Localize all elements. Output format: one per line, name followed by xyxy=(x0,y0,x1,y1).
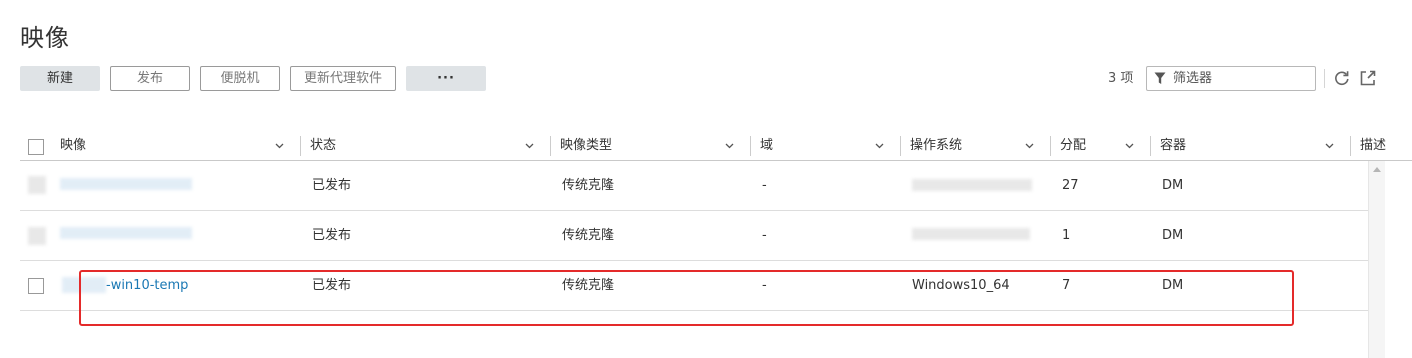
column-header-image[interactable]: 映像 xyxy=(60,131,86,161)
redacted-name-prefix xyxy=(62,277,106,293)
image-name-link[interactable]: -win10-temp xyxy=(106,261,188,311)
image-name-link[interactable] xyxy=(60,178,192,190)
chevron-down-icon[interactable] xyxy=(1325,143,1334,149)
status-cell: 已发布 xyxy=(312,278,352,293)
table-row[interactable]: 已发布 传统克隆 - 1 DM xyxy=(20,211,1368,261)
chevron-down-icon[interactable] xyxy=(525,143,534,149)
more-actions-button[interactable]: ··· xyxy=(406,66,486,91)
domain-cell: - xyxy=(762,278,767,293)
filter-input[interactable]: 筛选器 xyxy=(1146,66,1316,91)
new-button[interactable]: 新建 xyxy=(20,66,100,91)
column-divider[interactable] xyxy=(1350,136,1351,156)
assigned-cell: 7 xyxy=(1062,278,1071,293)
status-cell: 已发布 xyxy=(312,228,352,243)
table-header: 映像 状态 映像类型 域 操作系统 分配 容器 描述 xyxy=(20,131,1412,161)
update-agent-button[interactable]: 更新代理软件 xyxy=(290,66,396,91)
assigned-cell: 27 xyxy=(1062,178,1079,193)
chevron-down-icon[interactable] xyxy=(1025,143,1034,149)
column-header-container[interactable]: 容器 xyxy=(1160,131,1186,161)
column-divider[interactable] xyxy=(550,136,551,156)
domain-cell: - xyxy=(762,228,767,243)
image-name-link[interactable] xyxy=(60,227,192,239)
image-type-cell: 传统克隆 xyxy=(562,228,615,243)
table-row[interactable]: 已发布 传统克隆 - 27 DM xyxy=(20,161,1368,211)
container-cell: DM xyxy=(1162,178,1184,193)
row-checkbox[interactable] xyxy=(28,278,44,294)
offline-button[interactable]: 便脱机 xyxy=(200,66,280,91)
os-cell xyxy=(912,179,1032,191)
chevron-down-icon[interactable] xyxy=(275,143,284,149)
column-header-assigned[interactable]: 分配 xyxy=(1060,131,1086,161)
toolbar-divider xyxy=(1324,69,1325,88)
scroll-up-arrow-icon[interactable] xyxy=(1373,167,1381,172)
refresh-icon[interactable] xyxy=(1333,69,1351,87)
image-type-cell: 传统克隆 xyxy=(562,278,615,293)
container-cell: DM xyxy=(1162,228,1184,243)
page-title: 映像 xyxy=(20,24,70,52)
select-all-checkbox[interactable] xyxy=(28,139,44,155)
publish-button[interactable]: 发布 xyxy=(110,66,190,91)
column-divider[interactable] xyxy=(750,136,751,156)
column-divider[interactable] xyxy=(300,136,301,156)
item-count: 3 项 xyxy=(1108,71,1134,86)
vertical-scrollbar[interactable] xyxy=(1368,161,1385,358)
assigned-cell: 1 xyxy=(1062,228,1071,243)
column-header-image-type[interactable]: 映像类型 xyxy=(560,131,612,161)
table-row[interactable]: -win10-temp 已发布 传统克隆 - Windows10_64 7 DM xyxy=(20,261,1368,311)
row-checkbox[interactable] xyxy=(28,176,46,194)
image-type-cell: 传统克隆 xyxy=(562,178,615,193)
os-cell: Windows10_64 xyxy=(912,278,1010,293)
column-header-domain[interactable]: 域 xyxy=(760,131,773,161)
column-divider[interactable] xyxy=(1050,136,1051,156)
container-cell: DM xyxy=(1162,278,1184,293)
chevron-down-icon[interactable] xyxy=(1125,143,1134,149)
status-cell: 已发布 xyxy=(312,178,352,193)
column-header-os[interactable]: 操作系统 xyxy=(910,131,962,161)
column-divider[interactable] xyxy=(1150,136,1151,156)
os-cell xyxy=(912,228,1030,240)
filter-icon xyxy=(1154,72,1166,84)
row-checkbox[interactable] xyxy=(28,227,46,245)
export-icon[interactable] xyxy=(1359,69,1377,87)
chevron-down-icon[interactable] xyxy=(875,143,884,149)
column-divider[interactable] xyxy=(900,136,901,156)
column-header-status[interactable]: 状态 xyxy=(310,131,336,161)
chevron-down-icon[interactable] xyxy=(725,143,734,149)
filter-placeholder: 筛选器 xyxy=(1173,71,1213,86)
domain-cell: - xyxy=(762,178,767,193)
column-header-description[interactable]: 描述 xyxy=(1360,131,1386,161)
